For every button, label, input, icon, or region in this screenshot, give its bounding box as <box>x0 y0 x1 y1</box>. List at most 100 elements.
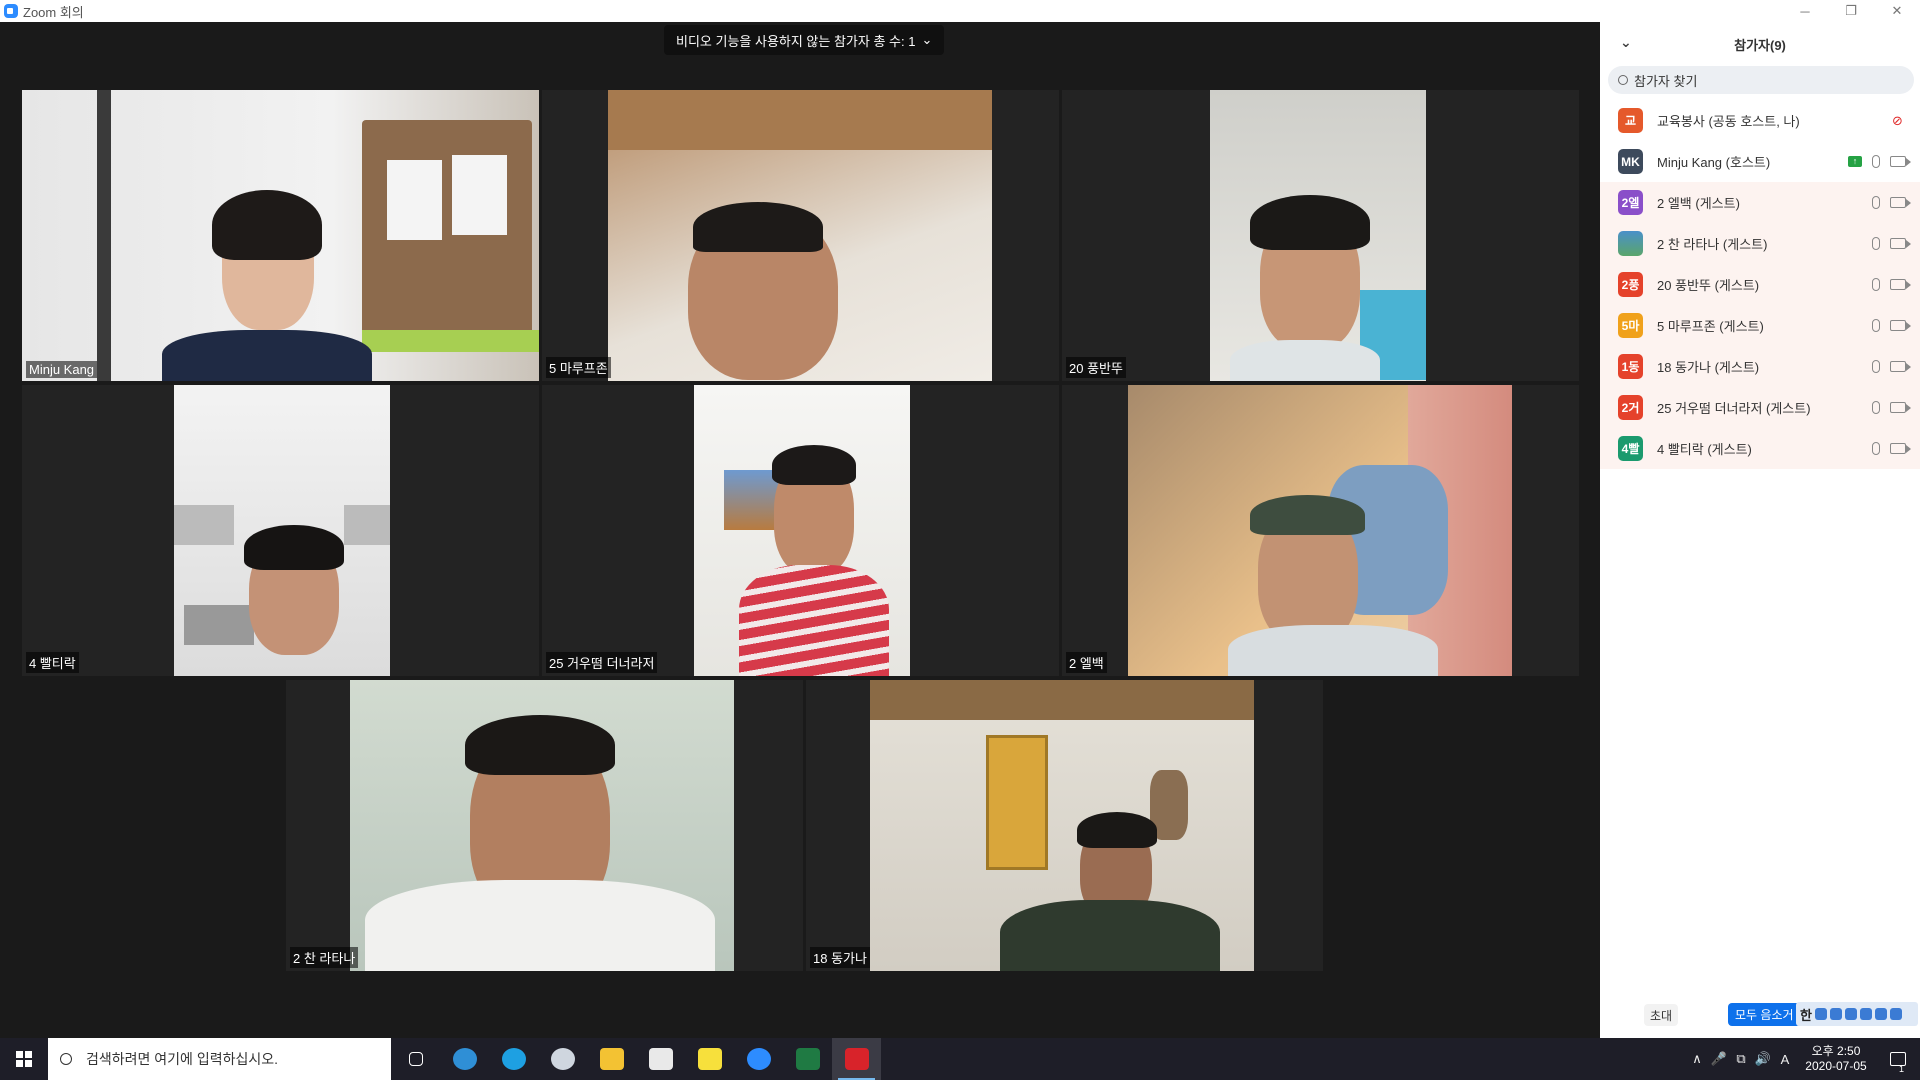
mic-icon <box>1872 401 1880 414</box>
participant-row-name: 4 빨티락 (게스트) <box>1657 442 1752 457</box>
taskbar-app[interactable] <box>391 1038 440 1080</box>
taskbar-app[interactable] <box>685 1038 734 1080</box>
participant-row-name: 20 풍반뚜 (게스트) <box>1657 278 1760 293</box>
participant-row-name: Minju Kang (호스트) <box>1657 155 1771 170</box>
participant-search-input[interactable]: 참가자 찾기 <box>1608 66 1914 94</box>
video-feed <box>694 385 910 676</box>
restore-button[interactable]: ❐ <box>1828 0 1874 22</box>
avatar: 교 <box>1618 108 1643 133</box>
video-feed <box>1210 90 1426 381</box>
mic-icon <box>1872 278 1880 291</box>
avatar: MK <box>1618 149 1643 174</box>
input-language-icon[interactable]: A <box>1774 1052 1796 1067</box>
taskbar-app[interactable] <box>734 1038 783 1080</box>
ime-tool-icon[interactable] <box>1889 1008 1902 1020</box>
participant-row[interactable]: 2 찬 라타나 (게스트) <box>1600 223 1920 264</box>
microphone-icon[interactable]: 🎤 <box>1708 1051 1730 1067</box>
system-tray: ∧ 🎤 ⧉ 🔊 A 오후 2:50 2020-07-05 1 <box>1686 1038 1920 1080</box>
avatar: 2거 <box>1618 395 1643 420</box>
video-feed <box>22 90 539 381</box>
participant-row[interactable]: 교 교육봉사 (공동 호스트, 나) ⊘ <box>1600 100 1920 141</box>
mic-icon <box>1872 196 1880 209</box>
video-gallery: 비디오 기능을 사용하지 않는 참가자 총 수: 1 ⌄ Minju Kang … <box>0 22 1600 1038</box>
mic-icon <box>1872 442 1880 455</box>
panel-title: 참가자(9) <box>1734 37 1786 53</box>
mic-icon <box>1872 319 1880 332</box>
ime-tool-icon[interactable] <box>1859 1008 1872 1020</box>
excel-icon <box>795 1048 820 1070</box>
chevron-up-icon[interactable]: ∧ <box>1686 1051 1708 1067</box>
chevron-down-icon: ⌄ <box>921 32 933 47</box>
participant-name: Minju Kang <box>26 361 98 378</box>
participant-row-name: 18 동가나 (게스트) <box>1657 360 1760 375</box>
notification-button[interactable]: 1 <box>1876 1052 1920 1074</box>
non-video-participants-dropdown[interactable]: 비디오 기능을 사용하지 않는 참가자 총 수: 1 ⌄ <box>664 25 945 55</box>
taskbar-app[interactable] <box>587 1038 636 1080</box>
share-screen-icon: ↑ <box>1848 156 1862 167</box>
mic-muted-icon[interactable]: ⊘ <box>1892 113 1906 128</box>
video-feed <box>350 680 734 971</box>
video-tile[interactable]: 2 찬 라타나 <box>286 680 803 971</box>
camera-icon <box>1890 197 1911 208</box>
participant-row[interactable]: 4빨 4 빨티락 (게스트) <box>1600 428 1920 469</box>
video-tile[interactable]: 20 풍반뚜 <box>1062 90 1579 381</box>
video-feed <box>608 90 992 381</box>
taskbar-search-input[interactable]: 검색하려면 여기에 입력하십시오. <box>48 1038 391 1080</box>
ime-tool-icon[interactable] <box>1844 1008 1857 1020</box>
taskbar-app[interactable] <box>832 1038 881 1080</box>
video-tile[interactable]: 18 동가나 <box>806 680 1323 971</box>
camera-icon <box>1890 279 1911 290</box>
avatar <box>1618 231 1643 256</box>
participant-row[interactable]: 2풍 20 풍반뚜 (게스트) <box>1600 264 1920 305</box>
ime-tool-icon[interactable] <box>1874 1008 1887 1020</box>
volume-icon[interactable]: 🔊 <box>1752 1051 1774 1067</box>
kakaotalk-icon <box>697 1048 722 1070</box>
participant-list: 교 교육봉사 (공동 호스트, 나) ⊘ MK Minju Kang (호스트)… <box>1600 100 1920 469</box>
participant-row[interactable]: 5마 5 마루프존 (게스트) <box>1600 305 1920 346</box>
video-feed <box>1128 385 1512 676</box>
mic-icon <box>1872 237 1880 250</box>
participant-row[interactable]: 1동 18 동가나 (게스트) <box>1600 346 1920 387</box>
video-tile[interactable]: 5 마루프존 <box>542 90 1059 381</box>
search-icon <box>60 1053 72 1065</box>
acrobat-icon <box>844 1048 869 1070</box>
taskbar-app[interactable] <box>538 1038 587 1080</box>
camera-icon <box>1890 156 1911 167</box>
video-tile[interactable]: Minju Kang <box>22 90 539 381</box>
taskbar-app[interactable] <box>783 1038 832 1080</box>
participants-panel: ⌄ 참가자(9) 참가자 찾기 교 교육봉사 (공동 호스트, 나) ⊘ MK … <box>1600 22 1920 1038</box>
collapse-chevron-icon[interactable]: ⌄ <box>1620 34 1632 51</box>
ime-hangul-label[interactable]: 한 <box>1800 1005 1812 1024</box>
ime-toolbar[interactable]: 한 <box>1796 1002 1918 1026</box>
ime-tool-icon[interactable] <box>1829 1008 1842 1020</box>
taskbar-app[interactable] <box>489 1038 538 1080</box>
taskbar-app[interactable] <box>440 1038 489 1080</box>
non-video-label: 비디오 기능을 사용하지 않는 참가자 총 수: 1 <box>676 33 916 49</box>
network-icon[interactable]: ⧉ <box>1730 1051 1752 1067</box>
mute-all-button[interactable]: 모두 음소거 <box>1728 1003 1801 1026</box>
camera-icon <box>1890 361 1911 372</box>
video-tile[interactable]: 2 엘백 <box>1062 385 1579 676</box>
participant-row[interactable]: MK Minju Kang (호스트) ↑ <box>1600 141 1920 182</box>
mic-icon <box>1872 155 1880 168</box>
clock-date: 2020-07-05 <box>1805 1059 1867 1073</box>
participant-row[interactable]: 2엘 2 엘백 (게스트) <box>1600 182 1920 223</box>
taskbar-app[interactable] <box>636 1038 685 1080</box>
avatar: 5마 <box>1618 313 1643 338</box>
start-button[interactable] <box>0 1038 48 1080</box>
avatar: 2풍 <box>1618 272 1643 297</box>
participant-name: 5 마루프존 <box>546 357 611 378</box>
invite-button[interactable]: 초대 <box>1644 1004 1678 1026</box>
ime-tool-icon[interactable] <box>1814 1008 1827 1020</box>
participant-name: 2 찬 라타나 <box>290 947 359 968</box>
participant-row[interactable]: 2거 25 거우떰 더너라저 (게스트) <box>1600 387 1920 428</box>
participant-name: 4 빨티락 <box>26 652 79 673</box>
camera-icon <box>1890 402 1911 413</box>
video-tile[interactable]: 4 빨티락 <box>22 385 539 676</box>
avatar: 1동 <box>1618 354 1643 379</box>
video-tile[interactable]: 25 거우떰 더너라저 <box>542 385 1059 676</box>
clock[interactable]: 오후 2:50 2020-07-05 <box>1796 1044 1876 1074</box>
windows-logo-icon <box>16 1051 32 1067</box>
close-button[interactable]: ✕ <box>1874 0 1920 22</box>
minimize-button[interactable]: ─ <box>1782 0 1828 22</box>
